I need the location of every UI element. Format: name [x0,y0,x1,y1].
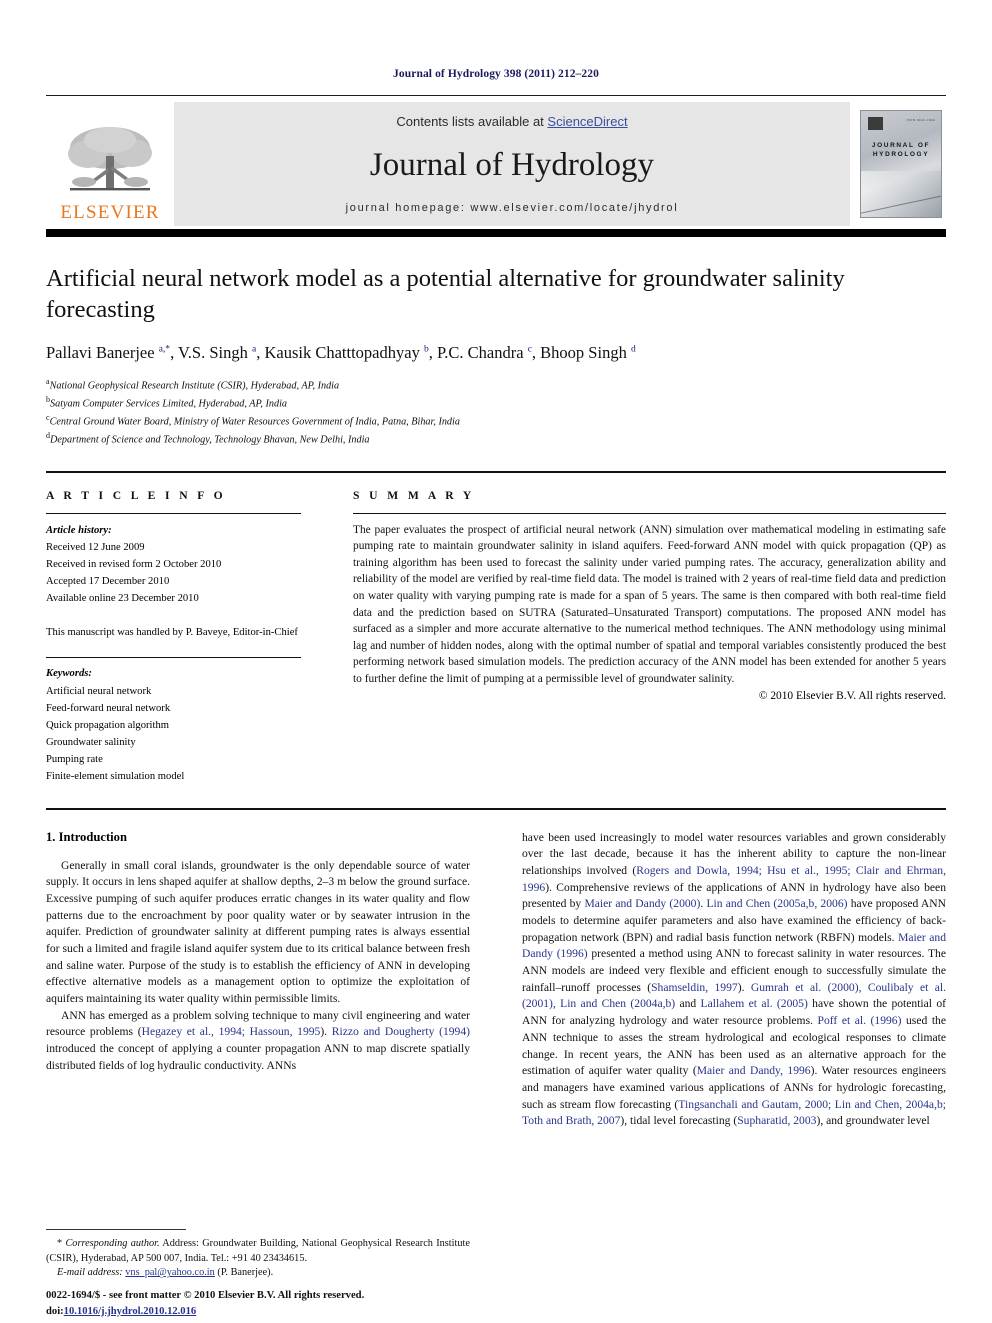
affiliation-item: bSatyam Computer Services Limited, Hyder… [46,394,946,412]
affiliation-text: Department of Science and Technology, Te… [50,434,370,446]
keyword-item: Artificial neural network [46,685,152,697]
info-summary-area: A R T I C L E I N F O Article history: R… [46,489,946,786]
abstract-text: The paper evaluates the prospect of arti… [353,523,946,685]
cover-title: JOURNAL OF HYDROLOGY [861,141,941,160]
keyword-item: Feed-forward neural network [46,702,171,714]
journal-cover-thumbnail[interactable]: ISSN 0022-1694 JOURNAL OF HYDROLOGY [850,102,946,226]
keyword-item: Quick propagation algorithm [46,719,169,731]
email-link[interactable]: vns_pal@yahoo.co.in [125,1267,215,1278]
column-gap [301,489,353,786]
masthead-bottom-rule [46,229,946,237]
doi-link[interactable]: 10.1016/j.jhydrol.2010.12.016 [64,1306,197,1317]
cover-title-line2: HYDROLOGY [872,151,930,159]
header-rule [46,95,946,96]
affiliation-text: National Geophysical Research Institute … [49,380,340,392]
title-bottom-rule [46,470,946,473]
email-note: E-mail address: vns_pal@yahoo.co.in (P. … [46,1266,470,1281]
body-column-left: 1. Introduction Generally in small coral… [46,830,470,1130]
cover-elsevier-icon [868,117,883,130]
elsevier-wordmark: ELSEVIER [60,202,160,223]
intro-paragraph-1: Generally in small coral islands, ground… [46,858,470,1006]
doi-line: doi:10.1016/j.jhydrol.2010.12.016 [46,1304,516,1319]
history-available-online: Available online 23 December 2010 [46,593,199,605]
affiliation-item: dDepartment of Science and Technology, T… [46,430,946,448]
intro-paragraph-2: ANN has emerged as a problem solving tec… [46,1008,470,1072]
corresponding-author-note: * Corresponding author. Address: Groundw… [46,1238,470,1264]
summary-bottom-rule [46,807,946,810]
body-columns: 1. Introduction Generally in small coral… [46,830,946,1130]
history-accepted: Accepted 17 December 2010 [46,576,170,587]
article-history-label: Article history: [46,524,112,536]
history-revised: Received in revised form 2 October 2010 [46,558,222,570]
journal-cover-image: ISSN 0022-1694 JOURNAL OF HYDROLOGY [860,110,942,218]
cover-issn-text: ISSN 0022-1694 [906,118,935,122]
keywords-label: Keywords: [46,668,92,680]
article-info-heading: A R T I C L E I N F O [46,488,227,502]
journal-article-page: Journal of Hydrology 398 (2011) 212–220 [0,0,992,1323]
imprint-block: 0022-1694/$ - see front matter © 2010 El… [46,1288,516,1319]
affiliation-text: Satyam Computer Services Limited, Hydera… [50,398,288,410]
email-owner: (P. Banerjee). [217,1267,274,1279]
summary-column: S U M M A R Y The paper evaluates the pr… [353,489,946,786]
keywords-rule [46,657,301,659]
affiliation-list: aNational Geophysical Research Institute… [46,376,946,449]
author-list: Pallavi Banerjee a,*, V.S. Singh a, Kaus… [46,342,636,362]
elsevier-logo[interactable]: ELSEVIER [46,102,174,226]
page-title: Artificial neural network model as a pot… [46,265,845,324]
body-column-right: have been used increasingly to model wat… [522,830,946,1130]
elsevier-tree-icon [68,127,152,191]
journal-masthead: ELSEVIER Contents lists available at Sci… [46,102,946,226]
title-block: Artificial neural network model as a pot… [46,263,946,449]
intro-paragraph-3: have been used increasingly to model wat… [522,830,947,1128]
journal-title: Journal of Hydrology [369,147,655,184]
summary-heading: S U M M A R Y [353,488,475,502]
issn-line: 0022-1694/$ - see front matter © 2010 El… [46,1290,365,1302]
keyword-item: Finite-element simulation model [46,771,185,783]
keyword-item: Pumping rate [46,754,103,766]
contents-prefix: Contents lists available at [396,114,548,129]
copyright-line: © 2010 Elsevier B.V. All rights reserved… [758,690,946,703]
article-info-rule [46,512,301,514]
contents-available-line: Contents lists available at ScienceDirec… [174,114,850,129]
affiliation-text: Central Ground Water Board, Ministry of … [49,416,460,428]
sciencedirect-link[interactable]: ScienceDirect [547,114,627,129]
article-info-column: A R T I C L E I N F O Article history: R… [46,489,301,786]
masthead-center: Contents lists available at ScienceDirec… [174,102,850,226]
footnote-rule [46,1229,186,1231]
journal-homepage[interactable]: journal homepage: www.elsevier.com/locat… [174,202,850,214]
summary-rule [353,512,946,514]
affiliation-item: cCentral Ground Water Board, Ministry of… [46,412,946,430]
footnote-block: * Corresponding author. Address: Groundw… [46,1229,470,1281]
affiliation-item: aNational Geophysical Research Institute… [46,376,946,394]
handled-by-note: This manuscript was handled by P. Baveye… [46,627,298,639]
section-heading-introduction: 1. Introduction [46,829,127,844]
body-column-gap [470,830,522,1130]
history-received: Received 12 June 2009 [46,541,145,553]
running-head: Journal of Hydrology 398 (2011) 212–220 [393,68,599,80]
email-label: E-mail address: [57,1267,123,1279]
keyword-item: Groundwater salinity [46,737,136,749]
doi-label: doi: [46,1305,64,1317]
cover-title-line1: JOURNAL OF [871,142,931,149]
